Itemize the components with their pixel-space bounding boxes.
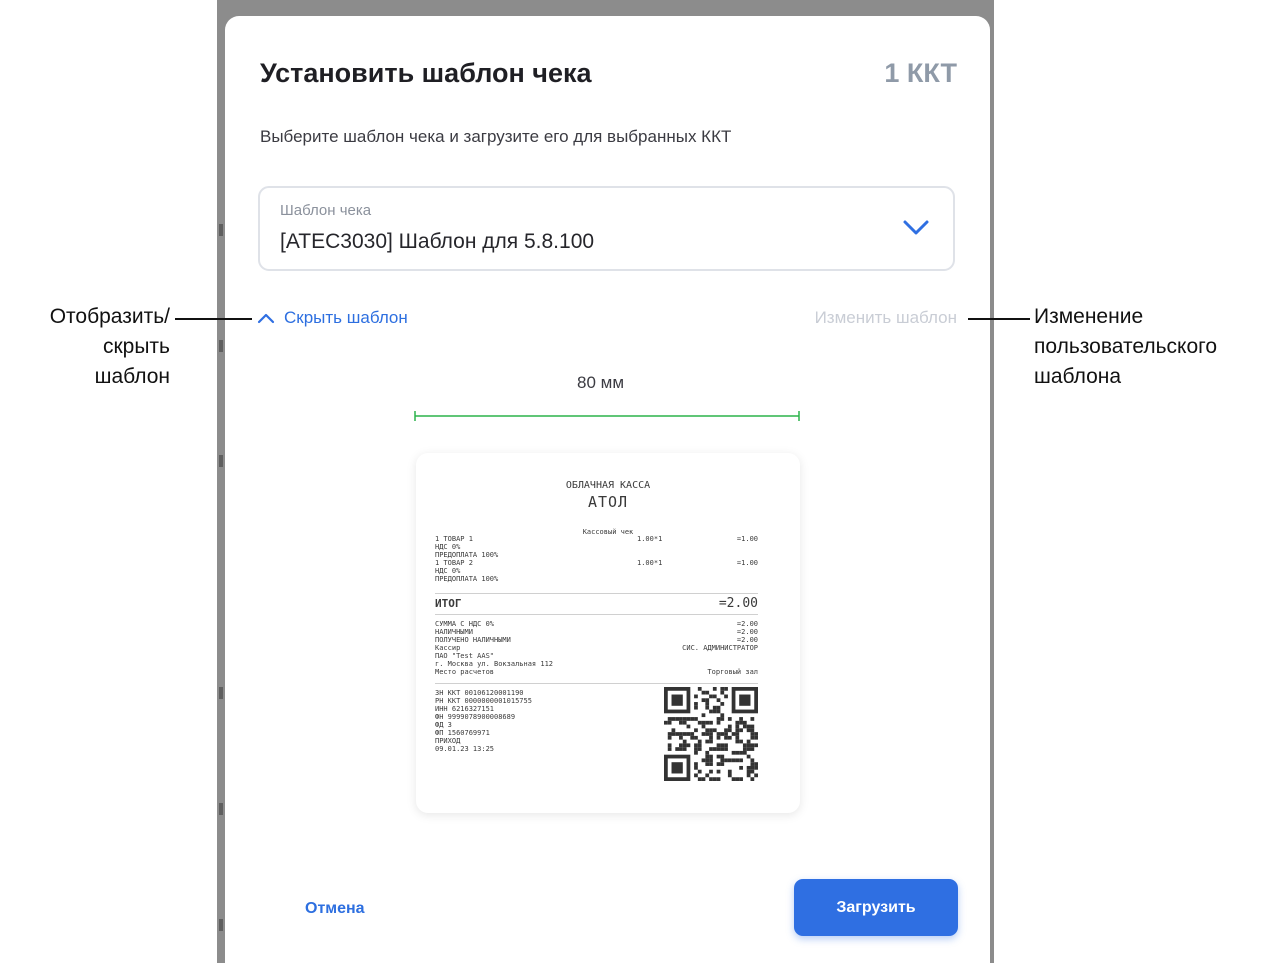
receipt-items-qty: 1.00*1 1.00*1 [637,535,663,567]
receipt-summary: СУММА С НДС 0% НАЛИЧНЫМИ ПОЛУЧЕНО НАЛИЧН… [435,620,554,676]
upload-button[interactable]: Загрузить [794,879,958,936]
receipt-fiscal-data: ЗН ККТ 00106120001190 РН ККТ 00000000010… [435,689,532,753]
receipt-items-sum: =1.00 =1.00 [736,535,758,567]
cancel-button[interactable]: Отмена [305,900,365,918]
dialog-subtitle: Выберите шаблон чека и загрузите его для… [260,127,732,146]
receipt-width-label: 80 мм [577,373,625,392]
background-mark [219,455,223,467]
background-mark [219,340,223,352]
device-count: 1 ККТ [884,58,957,88]
hide-template-label: Скрыть шаблон [284,308,408,327]
template-select-value: [ATEC3030] Шаблон для 5.8.100 [280,230,595,253]
dialog-title: Установить шаблон чека [260,58,592,88]
receipt-header-line2: АТОЛ [587,493,629,511]
receipt-items: 1 ТОВАР 1 НДС 0% ПРЕДОПЛАТА 100% 1 ТОВАР… [435,535,499,583]
annotation-connector [968,318,1030,320]
receipt-total-label: ИТОГ [435,597,462,610]
qr-code [664,687,758,781]
receipt-separator [435,614,758,615]
receipt-header-line1: ОБЛАЧНАЯ КАССА [565,480,651,491]
install-template-dialog: Установить шаблон чека 1 ККТ Выберите ша… [225,16,990,963]
edit-template-link[interactable]: Изменить шаблон [815,308,957,328]
template-select-label: Шаблон чека [280,202,372,219]
width-ruler [414,411,800,421]
annotation-show-hide: Отобразить/ скрыть шаблон [49,305,170,388]
receipt-separator [435,683,758,684]
annotation-edit-template: Изменение пользовательского шаблона [1034,305,1218,388]
hide-template-toggle[interactable]: Скрыть шаблон [257,308,408,328]
receipt-preview: ОБЛАЧНАЯ КАССА АТОЛ Кассовый чек 1 ТОВАР… [416,453,800,813]
background-mark [219,687,223,699]
annotation-connector [175,318,252,320]
receipt-summary-values: =2.00 =2.00 =2.00 СИС. АДМИНИСТРАТОР Тор… [682,620,758,676]
background-mark [219,919,223,931]
receipt-total-value: =2.00 [718,596,758,611]
receipt-separator [435,593,758,594]
template-select[interactable]: Шаблон чека [ATEC3030] Шаблон для 5.8.10… [258,186,955,271]
background-mark [219,803,223,815]
chevron-up-icon [257,313,275,324]
background-mark [219,224,223,236]
chevron-down-icon[interactable] [901,216,931,238]
